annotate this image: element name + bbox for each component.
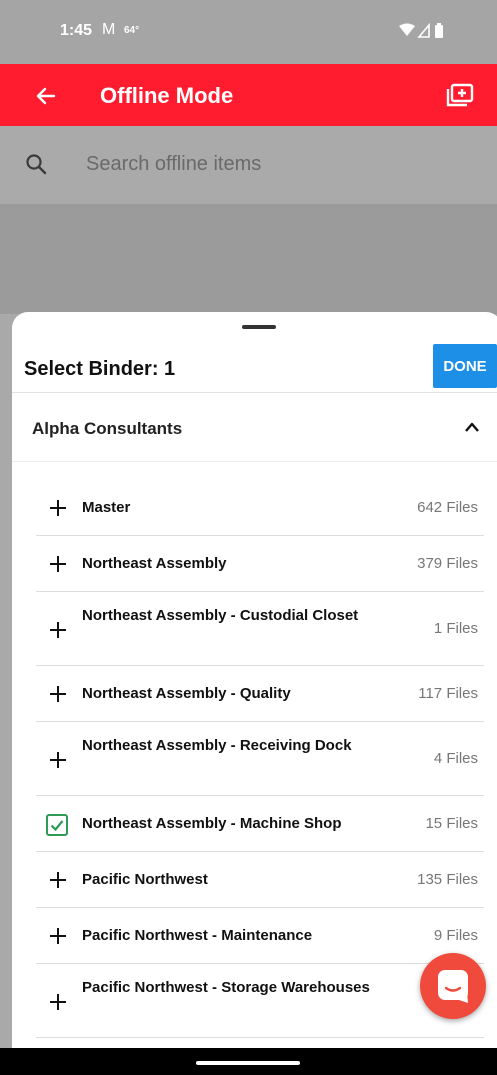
file-count: 117 Files	[418, 685, 478, 702]
binder-name: Pacific Northwest	[82, 871, 208, 888]
search-bar	[0, 126, 497, 204]
plus-icon[interactable]	[48, 554, 68, 574]
search-input[interactable]	[86, 153, 466, 176]
status-bar: 1:45 M 64°	[0, 0, 497, 64]
search-icon	[26, 154, 47, 175]
chat-button[interactable]	[420, 953, 486, 1019]
plus-icon[interactable]	[48, 926, 68, 946]
status-time: 1:45	[60, 22, 93, 39]
file-count: 379 Files	[417, 555, 478, 572]
plus-icon[interactable]	[48, 870, 68, 890]
binder-name: Northeast Assembly	[82, 555, 227, 572]
file-count: 9 Files	[433, 927, 478, 944]
file-count: 4 Files	[433, 750, 478, 767]
screen: 1:45 M 64° Offline Mode Select Binder:	[0, 0, 497, 1075]
list-item[interactable]: Master 642 Files	[36, 480, 484, 536]
list-item[interactable]: Northeast Assembly 379 Files	[36, 536, 484, 592]
home-indicator[interactable]	[196, 1061, 300, 1065]
scrim[interactable]	[0, 204, 497, 314]
binder-name: Pacific Northwest - Maintenance	[82, 927, 313, 944]
file-count: 1 Files	[433, 620, 478, 637]
plus-icon[interactable]	[48, 992, 68, 1012]
navigation-bar	[0, 1048, 497, 1075]
list-item-selected[interactable]: Northeast Assembly - Machine Shop 15 Fil…	[36, 796, 484, 852]
divider	[12, 461, 497, 462]
list-item[interactable]: Northeast Assembly - Receiving Dock 4 Fi…	[36, 722, 484, 796]
plus-icon[interactable]	[48, 750, 68, 770]
chat-icon	[438, 970, 468, 1003]
app-bar: Offline Mode	[0, 64, 497, 126]
group-header[interactable]: Alpha Consultants	[12, 393, 497, 461]
list-item[interactable]: Pacific Northwest - Storage Warehouses 3	[36, 964, 484, 1038]
list-item[interactable]: Northeast Assembly - Quality 117 Files	[36, 666, 484, 722]
plus-icon[interactable]	[48, 498, 68, 518]
done-button[interactable]: DONE	[433, 344, 497, 388]
signal-battery-icon	[399, 22, 443, 38]
list-item[interactable]: Pacific Northwest 135 Files	[36, 852, 484, 908]
folder-add-icon[interactable]	[445, 80, 475, 110]
binder-name: Northeast Assembly - Quality	[82, 685, 291, 702]
checkbox-checked-icon[interactable]	[46, 814, 68, 836]
binder-name: Pacific Northwest - Storage Warehouses	[82, 979, 370, 996]
page-title: Offline Mode	[100, 83, 234, 108]
gmail-icon: M	[102, 21, 116, 38]
binder-name: Master	[82, 499, 131, 516]
binder-name: Northeast Assembly - Custodial Closet	[82, 607, 359, 624]
binder-name: Northeast Assembly - Machine Shop	[82, 815, 342, 832]
plus-icon[interactable]	[48, 684, 68, 704]
sheet-title: Select Binder: 1	[24, 358, 176, 380]
list-item[interactable]: Northeast Assembly - Custodial Closet 1 …	[36, 592, 484, 666]
arrow-left-icon[interactable]	[30, 80, 62, 112]
group-title: Alpha Consultants	[32, 419, 183, 438]
list-item[interactable]: Pacific Northwest - Maintenance 9 Files	[36, 908, 484, 964]
file-count: 15 Files	[425, 815, 478, 832]
drag-handle[interactable]	[242, 325, 276, 329]
status-temperature: 64°	[124, 25, 140, 36]
binder-name: Northeast Assembly - Receiving Dock	[82, 737, 352, 754]
file-count: 642 Files	[417, 499, 478, 516]
select-binder-sheet: Select Binder: 1 DONE Alpha Consultants …	[12, 312, 497, 1052]
binder-list: Master 642 Files Northeast Assembly 379 …	[36, 480, 484, 1038]
chevron-up-icon[interactable]	[464, 421, 480, 433]
plus-icon[interactable]	[48, 620, 68, 640]
file-count: 135 Files	[417, 871, 478, 888]
